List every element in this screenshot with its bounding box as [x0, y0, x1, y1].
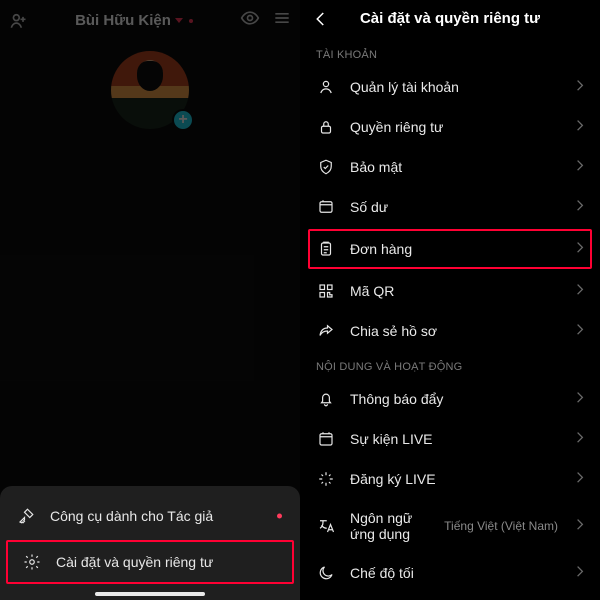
- settings-title: Cài đặt và quyền riêng tư: [360, 10, 540, 27]
- row-label: Số dư: [350, 199, 562, 215]
- chevron-right-icon: [576, 323, 584, 339]
- chevron-right-icon: [576, 471, 584, 487]
- profile-header: Bùi Hữu Kiện: [0, 0, 300, 37]
- chevron-right-icon: [576, 119, 584, 135]
- notification-dot: [189, 19, 193, 23]
- row-label: Quyền riêng tư: [350, 119, 562, 135]
- row-content-pref[interactable]: Tùy chọn nội dung: [300, 593, 600, 599]
- gear-icon: [22, 553, 42, 571]
- sparkle-icon: [316, 470, 336, 488]
- wallet-icon: [316, 198, 336, 216]
- bottom-sheet: Công cụ dành cho Tác giả Cài đặt và quyề…: [0, 486, 300, 600]
- row-privacy[interactable]: Quyền riêng tư: [300, 107, 600, 147]
- settings-privacy-label: Cài đặt và quyền riêng tư: [56, 554, 213, 570]
- language-icon: [316, 517, 336, 535]
- row-label: Thông báo đẩy: [350, 391, 562, 407]
- row-language[interactable]: Ngôn ngữ ứng dụng Tiếng Việt (Việt Nam): [300, 499, 600, 553]
- view-icon[interactable]: [240, 8, 260, 33]
- profile-screen: Bùi Hữu Kiện + Công cụ dành cho Tác giả …: [0, 0, 300, 600]
- qr-icon: [316, 282, 336, 300]
- username-text: Bùi Hữu Kiện: [75, 12, 171, 29]
- row-label: Mã QR: [350, 283, 562, 299]
- row-label: Đăng ký LIVE: [350, 471, 562, 487]
- calendar-icon: [316, 430, 336, 448]
- chevron-right-icon: [576, 518, 584, 534]
- row-orders[interactable]: Đơn hàng: [308, 229, 592, 269]
- add-friend-button[interactable]: [8, 11, 28, 31]
- row-share[interactable]: Chia sẻ hồ sơ: [300, 311, 600, 351]
- language-value: Tiếng Việt (Việt Nam): [444, 519, 558, 533]
- bell-icon: [316, 390, 336, 408]
- row-security[interactable]: Bảo mật: [300, 147, 600, 187]
- back-button[interactable]: [312, 10, 330, 33]
- tools-icon: [16, 507, 36, 525]
- row-label: Đơn hàng: [350, 241, 562, 257]
- chevron-right-icon: [576, 391, 584, 407]
- shield-icon: [316, 158, 336, 176]
- chevron-right-icon: [576, 199, 584, 215]
- chevron-right-icon: [576, 283, 584, 299]
- row-push[interactable]: Thông báo đẩy: [300, 379, 600, 419]
- moon-icon: [316, 564, 336, 582]
- row-qr[interactable]: Mã QR: [300, 271, 600, 311]
- lock-icon: [316, 118, 336, 136]
- row-label: Chế độ tối: [350, 565, 562, 581]
- section-content-label: NỘI DUNG VÀ HOẠT ĐỘNG: [300, 351, 600, 379]
- avatar-container: +: [0, 51, 300, 129]
- row-label: Quản lý tài khoản: [350, 79, 562, 95]
- home-indicator: [95, 592, 205, 596]
- creator-tools-label: Công cụ dành cho Tác giả: [50, 508, 213, 524]
- row-live-events[interactable]: Sự kiện LIVE: [300, 419, 600, 459]
- profile-username[interactable]: Bùi Hữu Kiện: [75, 12, 193, 29]
- chevron-right-icon: [576, 431, 584, 447]
- chevron-right-icon: [576, 241, 584, 257]
- chevron-right-icon: [576, 565, 584, 581]
- avatar-add-button[interactable]: +: [172, 109, 194, 131]
- row-label: Chia sẻ hồ sơ: [350, 323, 562, 339]
- row-balance[interactable]: Số dư: [300, 187, 600, 227]
- menu-icon[interactable]: [272, 8, 292, 33]
- settings-privacy-item[interactable]: Cài đặt và quyền riêng tư: [6, 540, 294, 584]
- settings-header: Cài đặt và quyền riêng tư: [300, 0, 600, 39]
- creator-tools-item[interactable]: Công cụ dành cho Tác giả: [0, 494, 300, 538]
- row-dark-mode[interactable]: Chế độ tối: [300, 553, 600, 593]
- row-label: Bảo mật: [350, 159, 562, 175]
- row-label: Ngôn ngữ ứng dụng: [350, 510, 430, 542]
- chevron-right-icon: [576, 79, 584, 95]
- row-manage-account[interactable]: Quản lý tài khoản: [300, 67, 600, 107]
- person-icon: [316, 78, 336, 96]
- row-live-signup[interactable]: Đăng ký LIVE: [300, 459, 600, 499]
- settings-screen: Cài đặt và quyền riêng tư TÀI KHOẢN Quản…: [300, 0, 600, 600]
- row-label: Sự kiện LIVE: [350, 431, 562, 447]
- share-icon: [316, 322, 336, 340]
- notification-dot: [277, 514, 282, 519]
- clipboard-icon: [316, 240, 336, 258]
- section-account-label: TÀI KHOẢN: [300, 39, 600, 67]
- chevron-down-icon: [175, 18, 183, 23]
- chevron-right-icon: [576, 159, 584, 175]
